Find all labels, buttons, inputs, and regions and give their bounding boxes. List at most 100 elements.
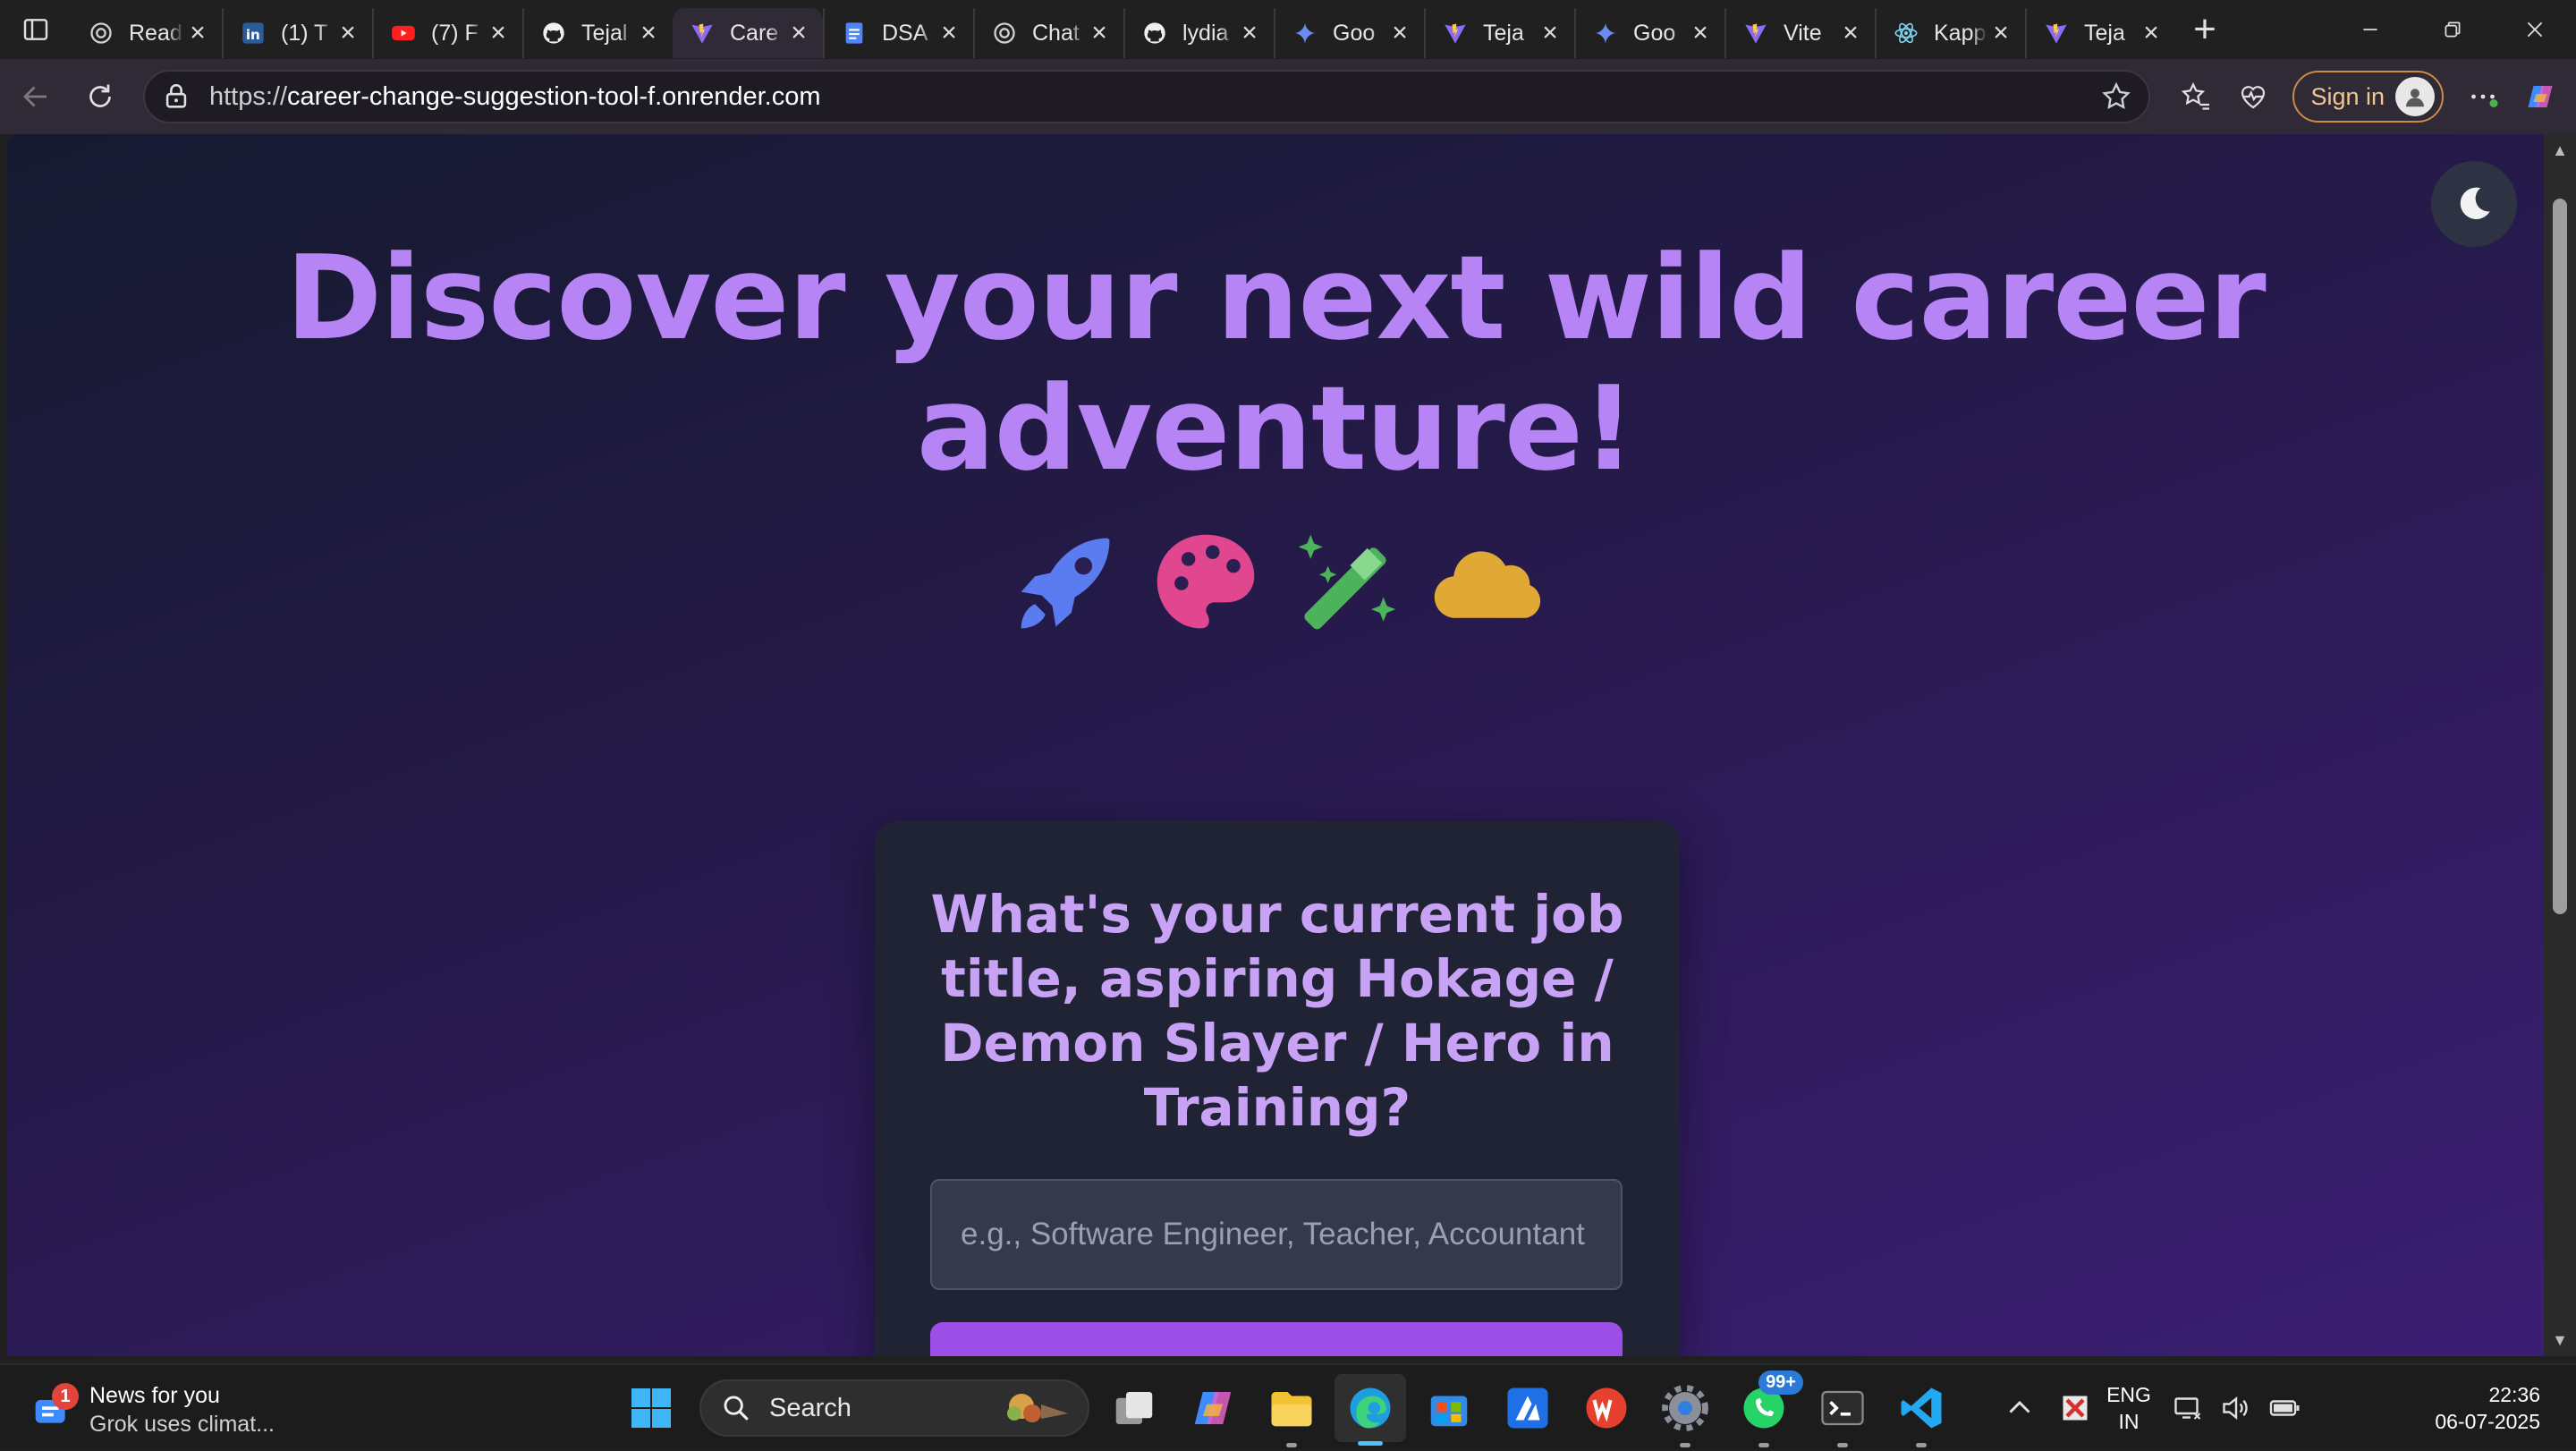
linkedin-icon: in bbox=[240, 20, 267, 47]
tab-close-icon[interactable]: × bbox=[1236, 20, 1263, 47]
browser-tab[interactable]: Goo × bbox=[1274, 8, 1424, 58]
network-status[interactable] bbox=[2170, 1390, 2206, 1426]
close-icon bbox=[2527, 21, 2543, 38]
tab-close-icon[interactable]: × bbox=[785, 20, 812, 47]
tab-bar: Read × in (1) T × (7) F × Tejal × Care × DSA × Chat × l… bbox=[0, 0, 2576, 59]
url-host: career-change-suggestion-tool-f.onrender… bbox=[287, 81, 821, 111]
clock-date: 06-07-2025 bbox=[2435, 1410, 2540, 1433]
page-scrollbar[interactable]: ▲ ▼ bbox=[2544, 134, 2576, 1356]
tab-close-icon[interactable]: × bbox=[1537, 20, 1563, 47]
submit-button[interactable] bbox=[930, 1322, 1623, 1356]
news-widget-icon: 1 bbox=[32, 1383, 79, 1430]
copilot-icon bbox=[2528, 86, 2553, 107]
edge-icon bbox=[1350, 1387, 1391, 1429]
tab-close-icon[interactable]: × bbox=[1086, 20, 1113, 47]
browser-tab[interactable]: Tejal × bbox=[522, 8, 673, 58]
settings-app[interactable] bbox=[1658, 1381, 1712, 1447]
back-arrow-icon bbox=[23, 86, 47, 107]
scroll-thumb[interactable] bbox=[2553, 199, 2567, 914]
profile-avatar-icon bbox=[2395, 77, 2435, 116]
news-widget[interactable]: 1 News for you Grok uses climat... bbox=[32, 1381, 275, 1438]
battery-status[interactable] bbox=[2267, 1390, 2302, 1426]
browser-tab[interactable]: Vite × bbox=[1724, 8, 1875, 58]
scroll-up-arrow-icon[interactable]: ▲ bbox=[2551, 141, 2569, 159]
tab-title: Chat bbox=[1032, 20, 1080, 46]
wps-office-app[interactable] bbox=[1580, 1381, 1633, 1435]
scroll-down-arrow-icon[interactable]: ▼ bbox=[2551, 1331, 2569, 1349]
network-icon bbox=[2174, 1397, 2201, 1420]
tab-close-icon[interactable]: × bbox=[184, 20, 211, 47]
close-window-button[interactable] bbox=[2494, 0, 2576, 59]
edge-browser-app[interactable] bbox=[1335, 1374, 1406, 1446]
tab-title: DSA bbox=[882, 20, 928, 46]
browser-tab[interactable]: DSA × bbox=[823, 8, 973, 58]
magic-wand-icon bbox=[1298, 534, 1396, 630]
tab-close-icon[interactable]: × bbox=[936, 20, 962, 47]
career-form-card: What's your current job title, aspiring … bbox=[875, 821, 1680, 1356]
browser-tab[interactable]: in (1) T × bbox=[222, 8, 372, 58]
browser-tab[interactable]: Care × bbox=[673, 8, 823, 58]
gemini-icon bbox=[1292, 20, 1318, 47]
browser-tab[interactable]: Teja × bbox=[2025, 8, 2175, 58]
tab-close-icon[interactable]: × bbox=[1987, 20, 2014, 47]
clock[interactable]: 22:36 06-07-2025 bbox=[2415, 1381, 2540, 1435]
tab-close-icon[interactable]: × bbox=[1687, 20, 1714, 47]
vertical-tabs-button[interactable] bbox=[0, 0, 72, 59]
taskbar-search[interactable]: Search bbox=[699, 1379, 1089, 1437]
address-bar[interactable]: https://career-change-suggestion-tool-f.… bbox=[143, 70, 2150, 123]
task-view-icon bbox=[1115, 1392, 1153, 1424]
docs-icon bbox=[841, 20, 868, 47]
tab-close-icon[interactable]: × bbox=[335, 20, 361, 47]
language-indicator[interactable]: ENG IN bbox=[2102, 1381, 2156, 1435]
browser-tab[interactable]: Read × bbox=[72, 8, 222, 58]
vscode-app[interactable] bbox=[1894, 1381, 1948, 1447]
favorite-star-icon[interactable] bbox=[2100, 81, 2132, 113]
cloud-icon bbox=[1434, 551, 1540, 618]
address-toolbar: https://career-change-suggestion-tool-f.… bbox=[0, 59, 2576, 134]
running-indicator bbox=[1758, 1443, 1769, 1447]
copilot-taskbar-app[interactable] bbox=[1186, 1381, 1240, 1435]
folder-icon bbox=[1271, 1392, 1312, 1427]
sign-in-button[interactable]: Sign in bbox=[2292, 71, 2444, 123]
site-info-icon[interactable] bbox=[161, 81, 191, 112]
microsoft-store-app[interactable] bbox=[1422, 1381, 1476, 1435]
moon-icon bbox=[2460, 187, 2490, 220]
restore-button[interactable] bbox=[2411, 0, 2494, 59]
file-explorer-app[interactable] bbox=[1265, 1381, 1318, 1447]
whatsapp-app[interactable]: 99+ bbox=[1737, 1370, 1803, 1447]
tab-close-icon[interactable]: × bbox=[2138, 20, 2165, 47]
browser-tab[interactable]: lydia × bbox=[1123, 8, 1274, 58]
browser-tab[interactable]: Goo × bbox=[1574, 8, 1724, 58]
browser-essentials-button[interactable] bbox=[2224, 68, 2282, 125]
tab-close-icon[interactable]: × bbox=[635, 20, 662, 47]
sign-in-label: Sign in bbox=[2310, 82, 2385, 110]
browser-tab[interactable]: Chat × bbox=[973, 8, 1123, 58]
tab-close-icon[interactable]: × bbox=[1386, 20, 1413, 47]
github-icon bbox=[1141, 20, 1168, 47]
minimize-button[interactable] bbox=[2329, 0, 2411, 59]
back-button[interactable] bbox=[7, 68, 64, 125]
task-view-button[interactable] bbox=[1107, 1381, 1161, 1435]
browser-tab[interactable]: (7) F × bbox=[372, 8, 522, 58]
vite-icon bbox=[689, 20, 716, 47]
tab-close-icon[interactable]: × bbox=[485, 20, 512, 47]
tab-title: Tejal bbox=[581, 20, 628, 46]
gear-icon bbox=[1662, 1385, 1708, 1431]
windows-start-icon[interactable] bbox=[630, 1387, 673, 1430]
terminal-app[interactable] bbox=[1816, 1381, 1869, 1447]
tab-actions-icon bbox=[23, 19, 48, 40]
volume-control[interactable] bbox=[2218, 1390, 2254, 1426]
url-scheme: https:// bbox=[209, 81, 288, 111]
job-title-input[interactable] bbox=[930, 1179, 1623, 1290]
reload-button[interactable] bbox=[72, 68, 129, 125]
copilot-button[interactable] bbox=[2512, 68, 2569, 125]
new-tab-button[interactable]: + bbox=[2175, 0, 2234, 59]
browser-tab[interactable]: Teja × bbox=[1424, 8, 1574, 58]
show-hidden-icons-button[interactable] bbox=[2002, 1390, 2038, 1426]
favorites-button[interactable] bbox=[2167, 68, 2224, 125]
tray-app-button[interactable] bbox=[2057, 1390, 2093, 1426]
authy-app[interactable] bbox=[1501, 1381, 1555, 1435]
browser-tab[interactable]: Kapp × bbox=[1875, 8, 2025, 58]
settings-more-button[interactable] bbox=[2454, 68, 2512, 125]
tab-close-icon[interactable]: × bbox=[1837, 20, 1864, 47]
